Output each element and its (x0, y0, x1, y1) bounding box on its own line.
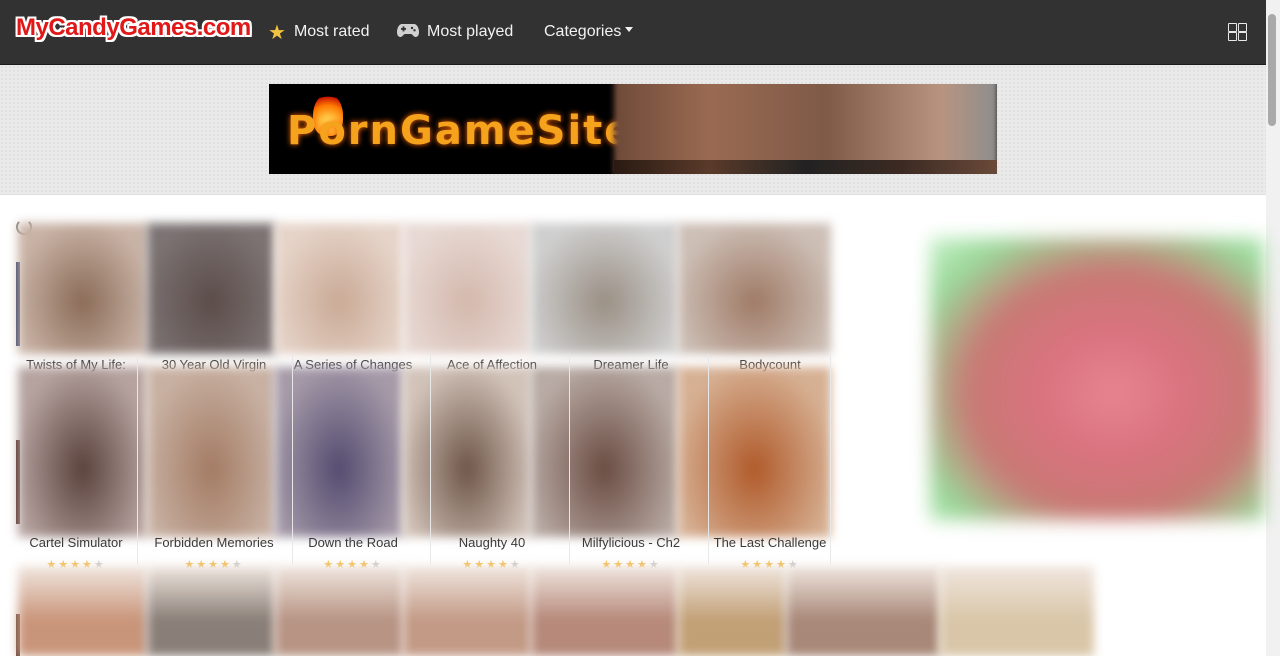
ad-banner-text: PornGameSite (287, 108, 634, 154)
site-logo[interactable]: MyCandyGames.com (16, 14, 251, 42)
game-thumbnail[interactable] (403, 367, 531, 537)
game-thumbnail[interactable] (531, 367, 678, 537)
card-divider (708, 354, 709, 564)
game-title[interactable]: Cartel Simulator (7, 535, 145, 550)
top-navbar: MyCandyGames.com ★ Most rated Most playe… (0, 0, 1266, 65)
game-thumbnail[interactable] (531, 223, 678, 354)
game-title[interactable]: Forbidden Memories (145, 535, 283, 550)
game-thumbnail[interactable] (275, 566, 403, 656)
game-thumbnail[interactable] (403, 223, 531, 354)
sidebar-ad[interactable] (930, 238, 1264, 520)
game-thumbnail[interactable] (147, 367, 275, 537)
game-thumbnail[interactable] (18, 223, 147, 354)
caret-down-icon (625, 26, 634, 32)
nav-most-played[interactable]: Most played (397, 20, 513, 44)
ad-banner[interactable]: PornGameSite (269, 84, 997, 174)
game-title[interactable]: The Last Challenge (701, 535, 839, 550)
game-thumbnail[interactable] (147, 566, 275, 656)
card-divider (430, 354, 431, 564)
card-divider (569, 354, 570, 564)
gamepad-icon (397, 21, 419, 44)
ad-banner-image-strip (614, 160, 997, 174)
nav-most-played-label: Most played (427, 23, 514, 40)
game-thumbnail[interactable] (18, 566, 147, 656)
banner-strip: PornGameSite (0, 65, 1266, 195)
game-title[interactable]: Down the Road (284, 535, 422, 550)
game-title[interactable]: Milfylicious - Ch2 (562, 535, 700, 550)
game-thumbnail[interactable] (531, 566, 678, 656)
game-thumbnail[interactable] (18, 367, 147, 537)
game-thumbnail[interactable] (275, 223, 403, 354)
card-divider (292, 354, 293, 564)
star-icon: ★ (268, 21, 286, 44)
card-divider (137, 354, 138, 564)
nav-most-rated-label: Most rated (293, 23, 370, 40)
scrollbar-thumb[interactable] (1268, 14, 1276, 126)
game-thumbnail[interactable] (786, 566, 940, 656)
game-thumbnail[interactable] (678, 566, 786, 656)
game-thumbnail[interactable] (940, 566, 1094, 656)
card-divider (830, 354, 831, 564)
game-thumbnail[interactable] (275, 367, 403, 537)
game-title[interactable]: Naughty 40 (423, 535, 561, 550)
nav-most-rated[interactable]: ★ Most rated (268, 20, 370, 44)
game-thumbnail[interactable] (147, 223, 275, 354)
game-thumbnail[interactable] (678, 367, 831, 537)
nav-categories-label: Categories (544, 23, 622, 40)
grid-layout-icon[interactable] (1228, 23, 1248, 41)
game-thumbnail[interactable] (403, 566, 531, 656)
game-thumbnail[interactable] (678, 223, 831, 354)
nav-categories-dropdown[interactable]: Categories (544, 20, 634, 44)
